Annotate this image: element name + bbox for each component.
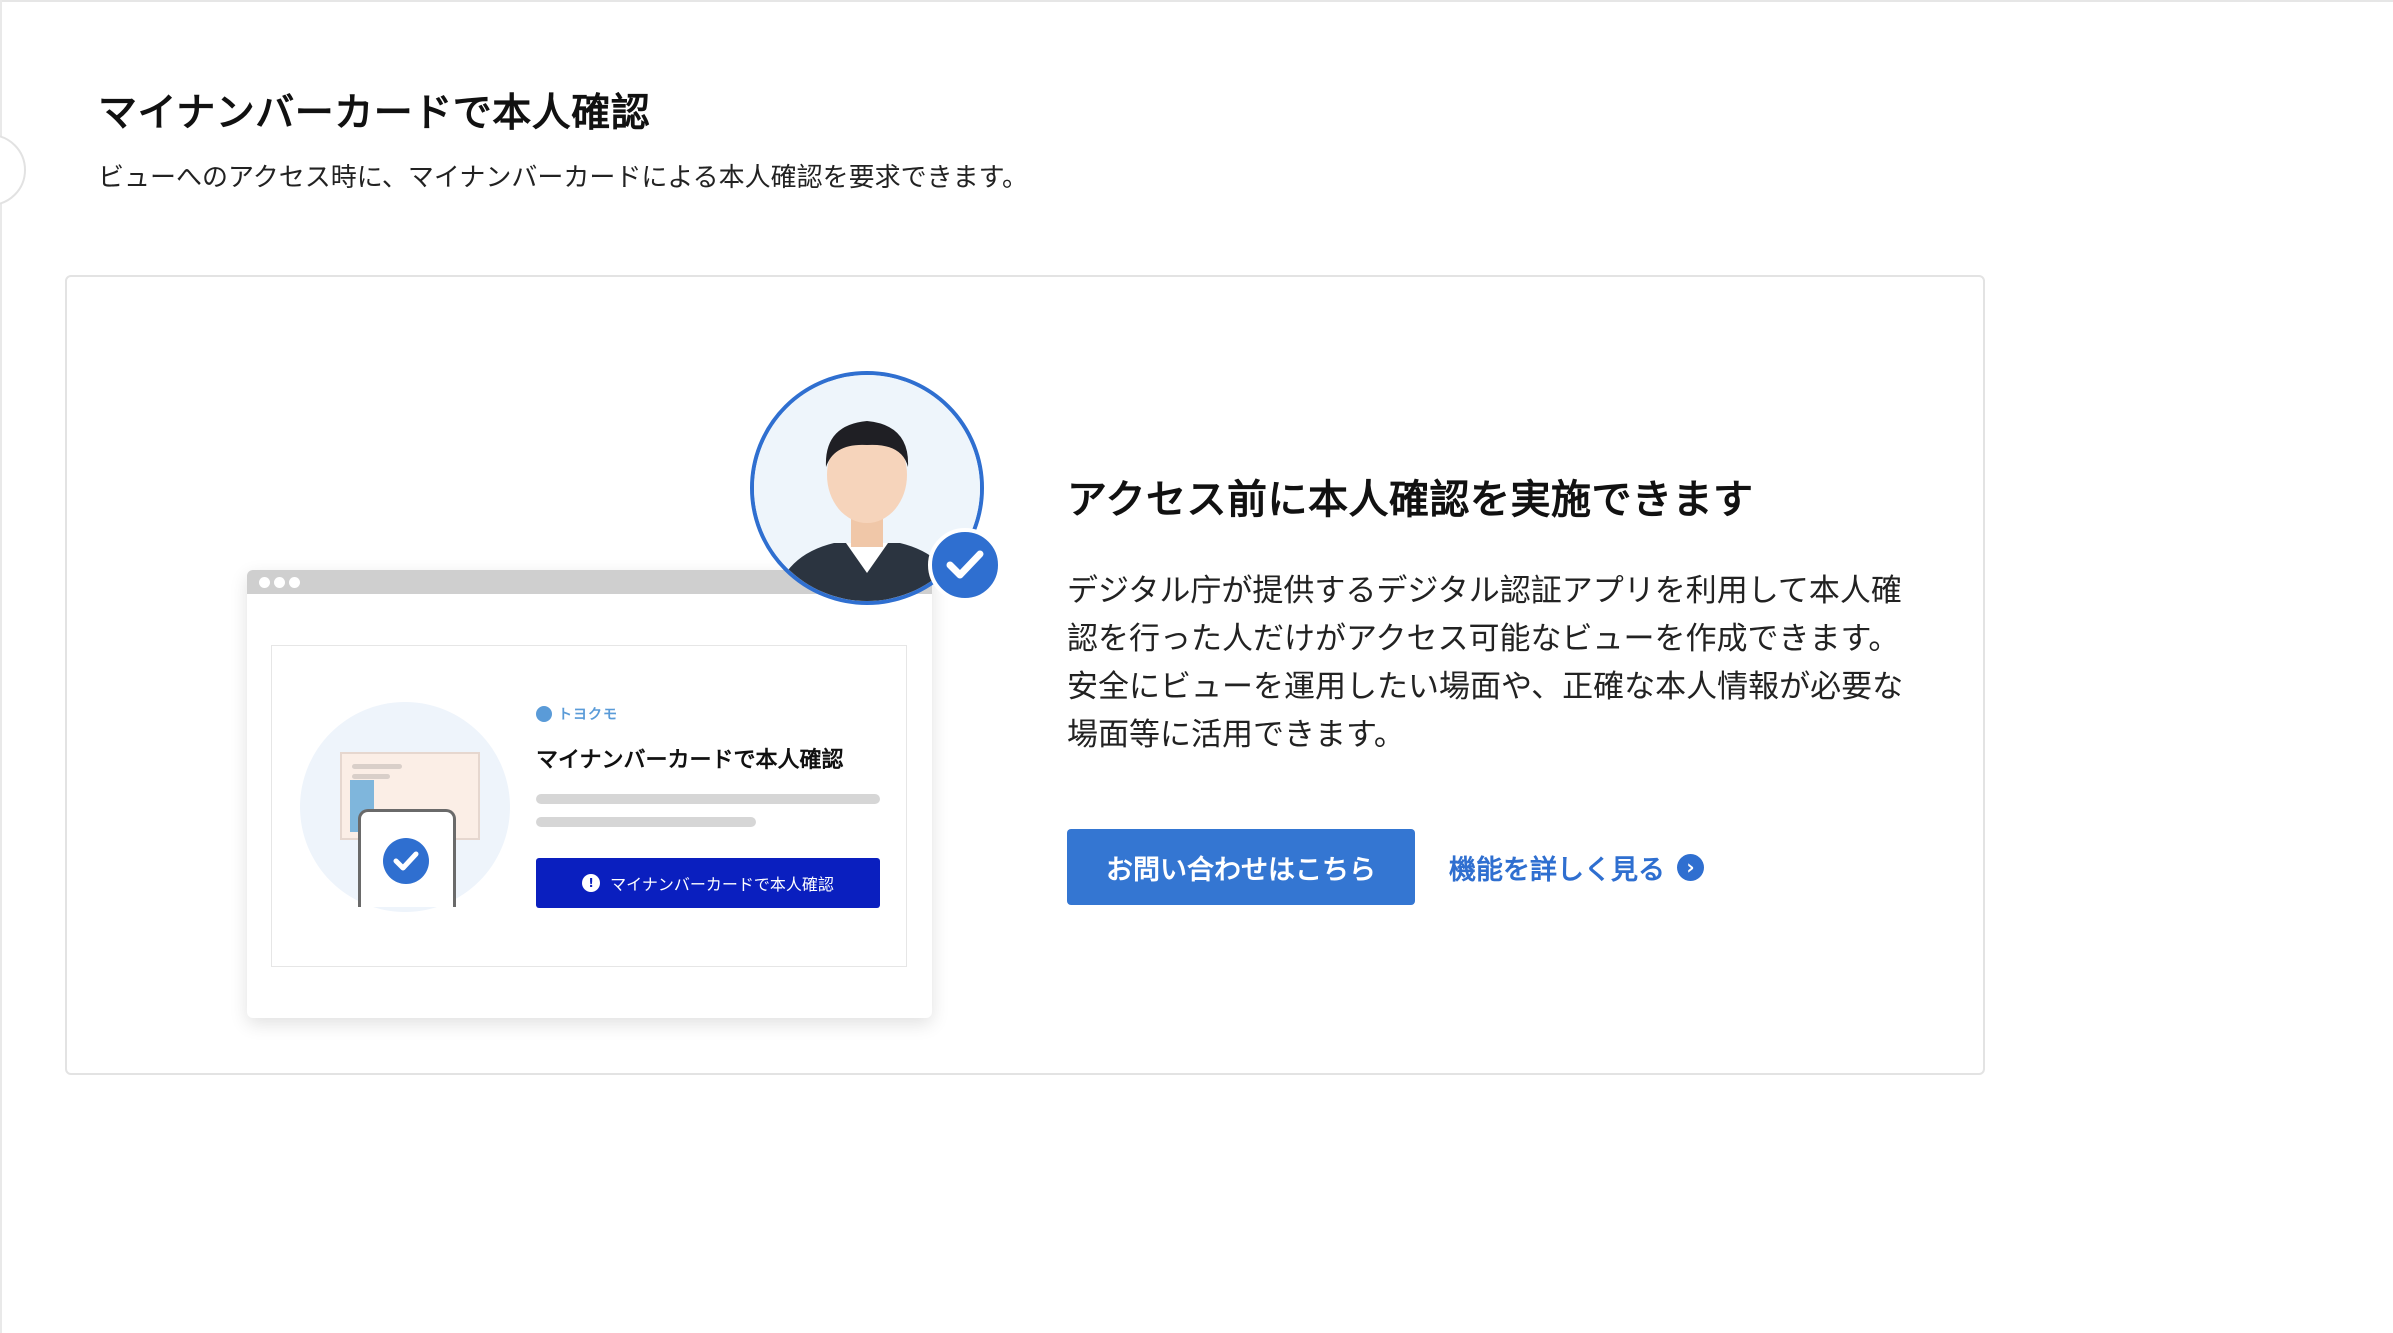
toyokumo-logo-icon <box>536 706 552 722</box>
smartphone-icon <box>358 809 456 907</box>
learn-more-link[interactable]: 機能を詳しく見る › <box>1449 848 1704 887</box>
learn-more-label: 機能を詳しく見る <box>1449 854 1665 886</box>
feature-actions: お問い合わせはこちら 機能を詳しく見る › <box>1067 829 1927 905</box>
shield-icon: ! <box>582 874 601 892</box>
id-illustration <box>300 702 510 912</box>
brand-name: トヨクモ <box>558 707 618 723</box>
feature-content: アクセス前に本人確認を実施できます デジタル庁が提供するデジタル認証アプリを利用… <box>1067 467 1927 905</box>
placeholder-line <box>536 794 880 804</box>
page-title: マイナンバーカードで本人確認 <box>98 91 651 136</box>
mini-title: マイナンバーカードで本人確認 <box>536 748 844 773</box>
mini-auth-panel: トヨクモ マイナンバーカードで本人確認 ! マイナンバーカードで本人確認 <box>271 645 907 967</box>
mini-verify-label: マイナンバーカードで本人確認 <box>610 875 834 894</box>
feature-description: デジタル庁が提供するデジタル認証アプリを利用して本人確認を行った人だけがアクセス… <box>1067 573 1904 753</box>
feature-illustration: トヨクモ マイナンバーカードで本人確認 ! マイナンバーカードで本人確認 <box>177 371 1027 1018</box>
browser-mockup: トヨクモ マイナンバーカードで本人確認 ! マイナンバーカードで本人確認 <box>247 570 932 1018</box>
mini-verify-button: ! マイナンバーカードで本人確認 <box>536 858 880 908</box>
window-dot <box>259 577 270 588</box>
verified-check-icon <box>928 528 1002 602</box>
contact-button[interactable]: お問い合わせはこちら <box>1067 829 1415 905</box>
check-icon <box>383 838 429 884</box>
brand-logo: トヨクモ <box>536 704 618 724</box>
feature-card: トヨクモ マイナンバーカードで本人確認 ! マイナンバーカードで本人確認 アクセ… <box>65 275 1985 1075</box>
placeholder-line <box>536 817 756 827</box>
top-divider <box>0 0 2393 2</box>
chevron-right-circle-icon: › <box>1677 853 1704 881</box>
window-dot <box>274 577 285 588</box>
sidebar-toggle[interactable] <box>0 134 26 206</box>
feature-title: アクセス前に本人確認を実施できます <box>1067 477 1754 523</box>
page-description: ビューへのアクセス時に、マイナンバーカードによる本人確認を要求できます。 <box>98 163 1029 193</box>
window-dot <box>289 577 300 588</box>
